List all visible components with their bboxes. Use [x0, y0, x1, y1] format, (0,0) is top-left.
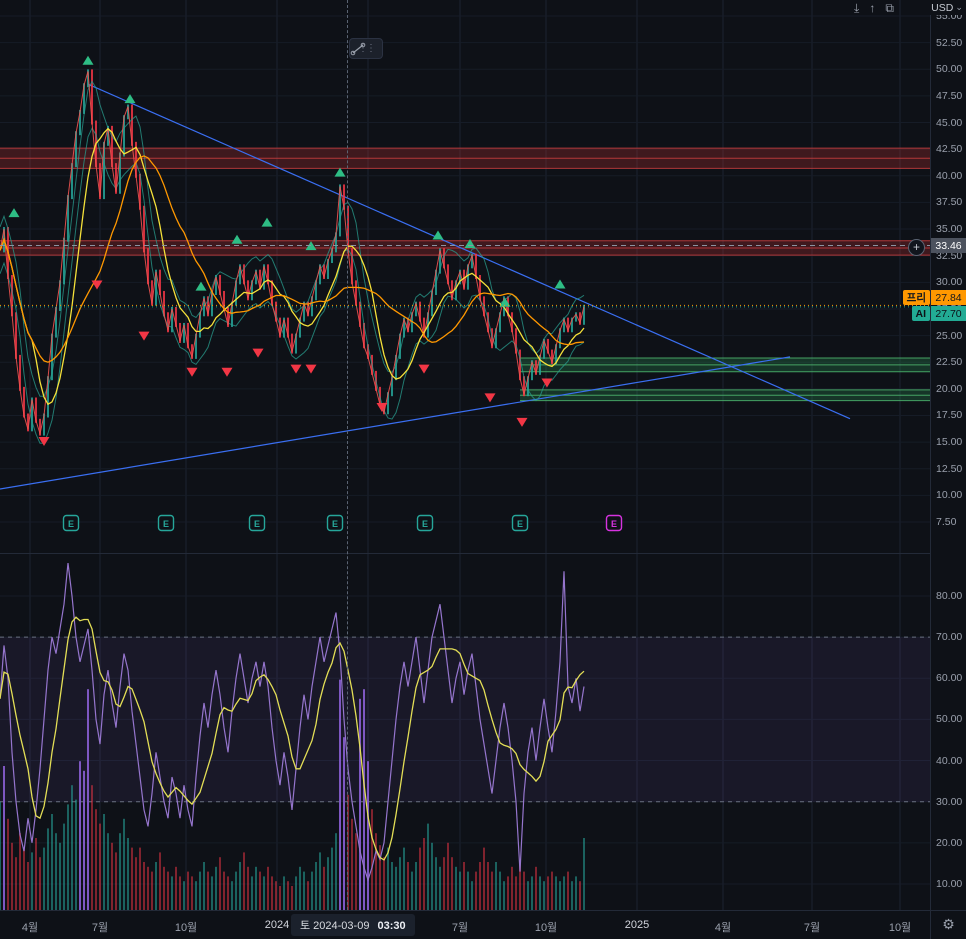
time-axis-month-label[interactable]: 10월 — [175, 919, 197, 935]
gear-icon[interactable]: ⚙ — [942, 916, 955, 933]
svg-text:E: E — [163, 519, 169, 529]
price-axis-tick: 50.00 — [936, 63, 962, 75]
svg-text:E: E — [254, 519, 260, 529]
price-axis[interactable]: 55.0052.5050.0047.5045.0042.5040.0037.50… — [930, 0, 966, 910]
price-axis-tick: 42.50 — [936, 143, 962, 155]
indicator-axis-tick: 60.00 — [936, 672, 962, 684]
price-axis-tick: 40.00 — [936, 170, 962, 182]
price-pane[interactable]: EEEEEEE — [0, 0, 930, 553]
top-right-toolbar: ⤓ ↑ ⧉ — [854, 1, 894, 16]
svg-text:E: E — [517, 519, 523, 529]
time-axis-month-label[interactable]: 7월 — [804, 919, 820, 935]
ai-price-badge: AI 27.70 — [912, 306, 966, 321]
ai-value: 27.70 — [931, 306, 966, 321]
chevron-down-icon: ⌄ — [955, 2, 963, 13]
indicator-axis-tick: 70.00 — [936, 631, 962, 643]
ma-fast-line — [0, 129, 584, 405]
time-axis-month-label[interactable]: 10월 — [889, 919, 911, 935]
svg-text:E: E — [332, 519, 338, 529]
svg-text:E: E — [611, 519, 617, 529]
indicator-axis-tick: 20.00 — [936, 837, 962, 849]
price-axis-tick: 45.00 — [936, 117, 962, 129]
price-axis-tick: 17.50 — [936, 409, 962, 421]
price-axis-tick: 37.50 — [936, 196, 962, 208]
indicator-axis-tick: 10.00 — [936, 878, 962, 890]
pane-divider[interactable] — [0, 553, 966, 554]
time-axis[interactable]: 토 2024-03-0903:30 4월 7월 10월 2024 7월 10월 2025 4월… — [0, 910, 966, 939]
price-axis-tick: 25.00 — [936, 330, 962, 342]
trendline-tool-icon[interactable] — [350, 42, 366, 56]
price-axis-tick: 30.00 — [936, 276, 962, 288]
crosshair-price-badge: 33.46 — [931, 238, 966, 253]
earnings-markers: EEEEEEE — [64, 516, 622, 531]
time-axis-year-label[interactable]: 2024 — [265, 919, 289, 931]
indicator-pane[interactable] — [0, 554, 930, 910]
time-axis-year-label[interactable]: 2025 — [625, 919, 649, 931]
indicator-axis-tick: 30.00 — [936, 796, 962, 808]
premarket-price-badge: 프리 27.84 — [903, 290, 966, 305]
price-axis-tick: 47.50 — [936, 90, 962, 102]
floating-drawing-toolbar[interactable]: ⋮⋮ — [349, 38, 383, 59]
premarket-value: 27.84 — [931, 290, 966, 305]
price-axis-tick: 22.50 — [936, 356, 962, 368]
axis-settings-corner[interactable]: ⚙ — [930, 910, 966, 939]
time-axis-month-label[interactable]: 4월 — [22, 919, 38, 935]
time-axis-month-label[interactable]: 7월 — [92, 919, 108, 935]
price-axis-tick: 15.00 — [936, 436, 962, 448]
price-axis-tick: 10.00 — [936, 489, 962, 501]
svg-text:E: E — [422, 519, 428, 529]
external-window-icon[interactable]: ⧉ — [885, 1, 894, 16]
premarket-label: 프리 — [903, 290, 930, 305]
price-axis-tick: 20.00 — [936, 383, 962, 395]
price-axis-tick: 35.00 — [936, 223, 962, 235]
currency-label: USD — [931, 2, 953, 14]
time-axis-month-label[interactable]: 7월 — [452, 919, 468, 935]
sell-signals — [39, 280, 553, 446]
trading-chart-app: EEEEEEE 55.0052.5050.0047.5045.0042.5040… — [0, 0, 966, 939]
indicator-axis-tick: 50.00 — [936, 713, 962, 725]
indicator-axis-tick: 40.00 — [936, 755, 962, 767]
price-axis-tick: 12.50 — [936, 463, 962, 475]
indicator-axis-tick: 80.00 — [936, 590, 962, 602]
time-axis-month-label[interactable]: 4월 — [715, 919, 731, 935]
add-alert-plus-button[interactable]: + — [908, 239, 925, 256]
ai-label: AI — [912, 306, 931, 321]
crosshair-date-chip: 토 2024-03-0903:30 — [291, 914, 415, 936]
price-axis-tick: 7.50 — [936, 516, 956, 528]
arrow-up-icon[interactable]: ↑ — [869, 1, 875, 16]
svg-text:E: E — [68, 519, 74, 529]
currency-dropdown[interactable]: USD ⌄ — [928, 0, 966, 15]
download-icon[interactable]: ⤓ — [854, 1, 859, 16]
price-axis-tick: 52.50 — [936, 37, 962, 49]
time-axis-month-label[interactable]: 10월 — [535, 919, 557, 935]
